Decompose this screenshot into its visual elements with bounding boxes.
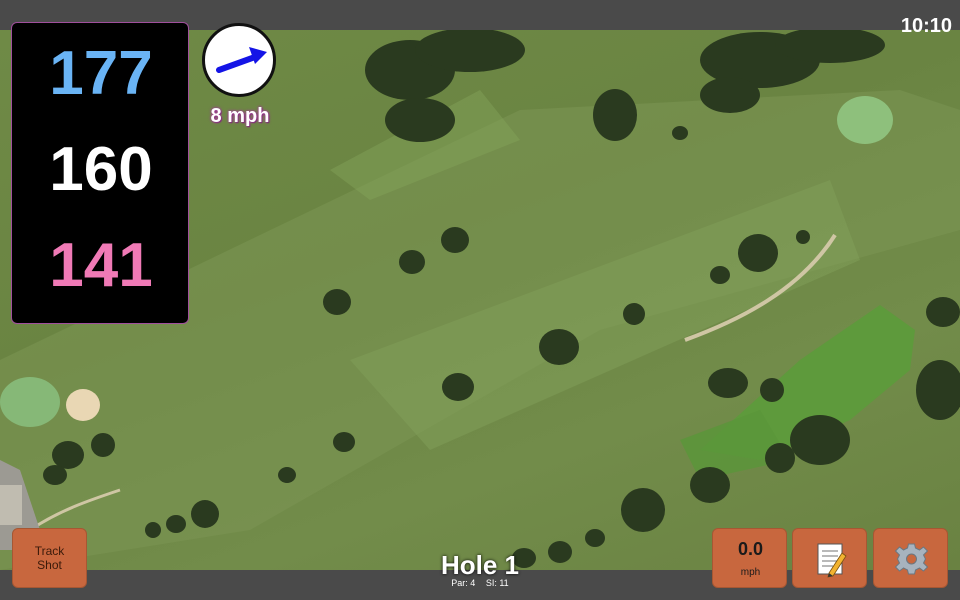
speed-value: 0.0 xyxy=(737,539,764,559)
wind-direction-dial xyxy=(202,23,276,97)
hole-title: Hole 1 xyxy=(440,550,520,580)
settings-button[interactable] xyxy=(873,528,948,588)
speed-button[interactable]: 0.0 mph xyxy=(712,528,787,588)
notepad-icon xyxy=(817,543,847,578)
hole-stroke-index: SI: 11 xyxy=(485,578,509,588)
track-shot-button[interactable]: Track Shot xyxy=(12,528,87,588)
gear-icon xyxy=(894,543,929,575)
wind-arrow-icon xyxy=(216,47,267,73)
front-distance: 141 xyxy=(49,231,153,300)
track-shot-label-line1: Track xyxy=(34,544,65,558)
back-distance: 177 xyxy=(49,39,153,108)
wind-speed: 8 mph xyxy=(210,105,270,127)
clock: 10:10 xyxy=(900,15,952,37)
hole-par: Par: 4 xyxy=(451,578,476,588)
center-distance: 160 xyxy=(49,135,153,204)
hole-info: Par: 4 SI: 11 xyxy=(380,578,580,588)
track-shot-label-line2: Shot xyxy=(37,558,62,572)
distance-panel: 177 160 141 xyxy=(11,22,189,324)
notes-button[interactable] xyxy=(792,528,867,588)
speed-unit: mph xyxy=(740,567,761,578)
